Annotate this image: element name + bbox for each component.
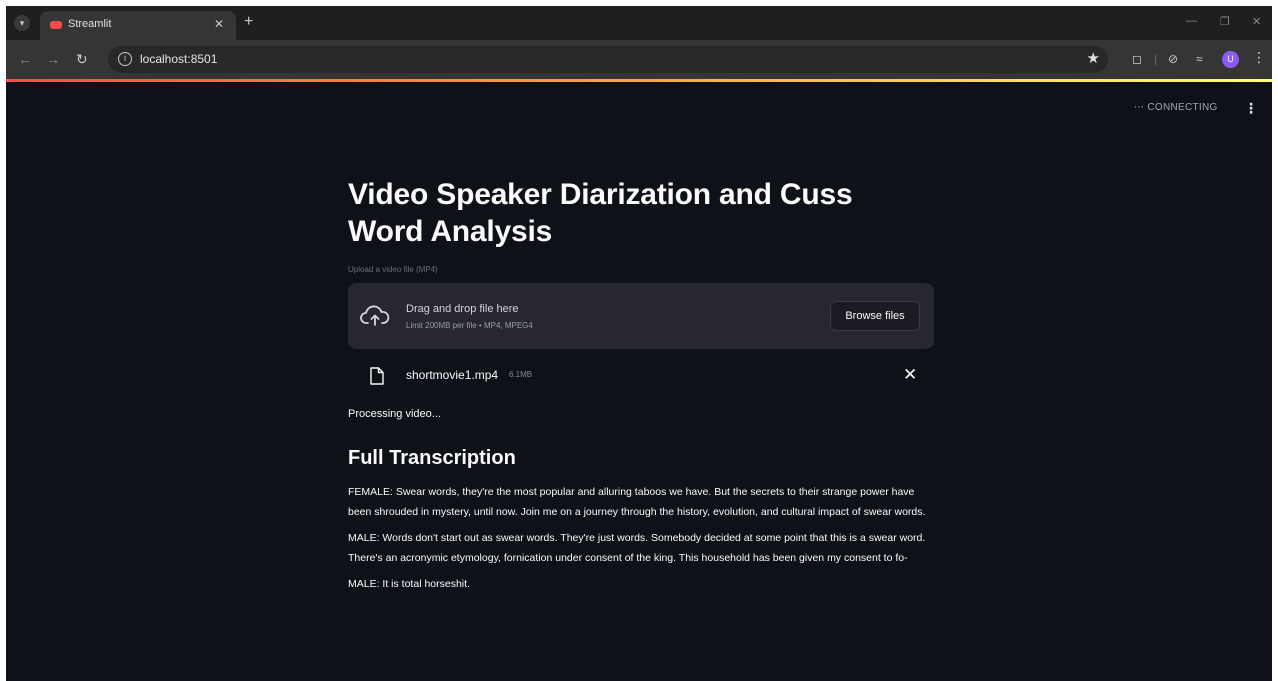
address-bar[interactable]: i localhost:8501 ★ [108,46,1108,73]
extensions-icon[interactable]: ◻ [1132,52,1142,66]
remove-file-icon[interactable]: ✕ [903,365,917,385]
uploaded-file: shortmovie1.mp4 6.1MB ✕ [348,361,934,393]
dropzone-limit: Limit 200MB per file • MP4, MPEG4 [406,321,533,330]
transcript-paragraph: FEMALE: Swear words, they're the most po… [348,486,926,518]
processing-status: Processing video... [348,408,441,420]
window-close-icon[interactable]: ✕ [1252,15,1261,28]
connection-status: ⋯ CONNECTING [1134,102,1218,113]
extension-icon[interactable]: ⊘ [1168,52,1178,66]
file-icon [370,367,384,385]
browse-files-button[interactable]: Browse files [830,301,920,331]
back-icon[interactable]: ← [18,51,32,67]
browser-tab[interactable]: Streamlit ✕ [40,11,236,40]
toolbar-separator: | [1154,52,1158,66]
main-content: Video Speaker Diarization and Cuss Word … [348,176,934,594]
browser-menu-icon[interactable]: ⋮ [1252,49,1266,66]
transcription-heading: Full Transcription [348,447,516,469]
minimize-icon[interactable]: — [1186,15,1197,27]
cloud-upload-icon [360,305,390,326]
tab-title: Streamlit [68,18,112,30]
file-dropzone[interactable]: Drag and drop file here Limit 200MB per … [348,283,934,349]
maximize-icon[interactable]: ❐ [1220,15,1230,28]
page-title: Video Speaker Diarization and Cuss Word … [348,178,853,248]
tab-strip: ▾ Streamlit ✕ + — ❐ ✕ [6,6,1272,40]
transcript-paragraph: MALE: Words don't start out as swear wor… [348,532,926,564]
url-text: localhost:8501 [140,52,218,66]
bookmark-star-icon[interactable]: ★ [1087,49,1100,67]
app-menu-icon[interactable]: ⋮ [1244,100,1258,117]
dropzone-instructions: Drag and drop file here [406,303,519,315]
transcript-paragraph: MALE: It is total horseshit. [348,578,470,590]
reload-icon[interactable]: ↻ [76,51,88,67]
forward-icon[interactable]: → [46,51,60,67]
site-info-icon[interactable]: i [118,52,132,66]
tab-search-icon[interactable]: ▾ [14,15,30,31]
browser-toolbar: ← → ↻ i localhost:8501 ★ ◻ | ⊘ ≈ U ⋮ [6,40,1272,79]
uploader-label: Upload a video file (MP4) [348,265,438,274]
profile-avatar[interactable]: U [1222,51,1239,68]
streamlit-favicon-icon [50,21,62,29]
new-tab-icon[interactable]: + [244,13,253,31]
streamlit-header-decoration [6,79,1272,82]
file-name: shortmovie1.mp4 [406,368,499,382]
file-size: 6.1MB [509,370,533,379]
translate-icon[interactable]: ≈ [1196,52,1203,66]
connection-status-text: CONNECTING [1147,102,1218,113]
tab-close-icon[interactable]: ✕ [214,17,224,31]
browser-window: ▾ Streamlit ✕ + — ❐ ✕ ← → ↻ i localhost:… [6,6,1272,681]
